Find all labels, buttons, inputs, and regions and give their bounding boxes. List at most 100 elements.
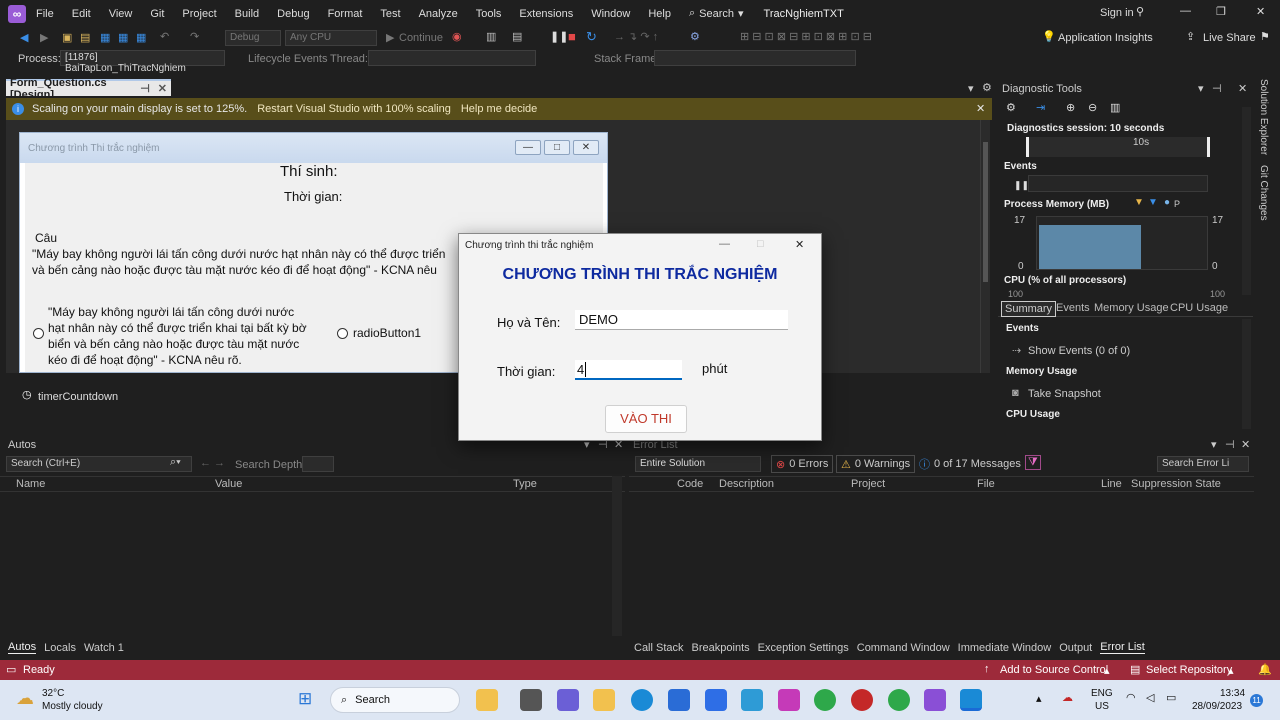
option1-text[interactable]: "Máy bay không người lái tấn công dưới n… xyxy=(48,304,307,368)
save-as-icon[interactable]: ▦ xyxy=(136,31,146,44)
menu-window[interactable]: Window xyxy=(591,8,630,20)
layout-icon[interactable]: ▤ xyxy=(512,30,522,43)
tab-locals[interactable]: Locals xyxy=(44,642,76,654)
tab-summary[interactable]: Summary xyxy=(1001,301,1057,317)
add-to-source-control[interactable]: Add to Source Control xyxy=(1000,664,1108,676)
option2-label[interactable]: radioButton1 xyxy=(353,326,421,340)
error-close-icon[interactable]: ✕ xyxy=(1241,438,1250,451)
menu-git[interactable]: Git xyxy=(150,8,164,20)
application-insights-button[interactable]: Application Insights xyxy=(1058,32,1153,44)
scope-select[interactable]: Entire Solution xyxy=(635,456,761,472)
col-name[interactable]: Name xyxy=(16,478,45,490)
menu-test[interactable]: Test xyxy=(380,8,400,20)
file-explorer-icon[interactable] xyxy=(593,689,615,711)
tab-command-window[interactable]: Command Window xyxy=(857,642,950,654)
thread-select[interactable] xyxy=(368,50,536,66)
live-share-button[interactable]: Live Share xyxy=(1203,32,1256,44)
zoom-in-icon[interactable]: ⊕ xyxy=(1066,101,1075,114)
format-icons[interactable]: ⊞ ⊟ ⊡ ⊠ ⊟ ⊞ ⊡ ⊠ ⊞ ⊡ ⊟ xyxy=(740,30,872,43)
time-input[interactable]: 4 xyxy=(575,360,682,380)
tab-overflow-icon[interactable]: ▾ xyxy=(968,82,974,95)
output-icon[interactable]: ▭ xyxy=(6,663,16,676)
info-close-icon[interactable]: ✕ xyxy=(976,102,985,115)
search-highlight-icon[interactable] xyxy=(476,689,498,711)
timer-component[interactable]: timerCountdown xyxy=(38,391,118,403)
menu-tools[interactable]: Tools xyxy=(476,8,502,20)
menu-format[interactable]: Format xyxy=(328,8,363,20)
forward-icon[interactable]: ▶ xyxy=(40,31,48,44)
tab-error-list[interactable]: Error List xyxy=(1100,641,1145,654)
hot-reload-icon[interactable]: ◉ xyxy=(452,30,462,43)
events-track[interactable] xyxy=(1028,175,1208,192)
events-section-title[interactable]: Events xyxy=(1004,161,1037,172)
tab-exception-settings[interactable]: Exception Settings xyxy=(758,642,849,654)
autos-search-input[interactable]: Search (Ctrl+E) xyxy=(6,456,192,472)
visual-studio-logo[interactable]: ∞ xyxy=(8,5,26,23)
menu-view[interactable]: View xyxy=(109,8,133,20)
panel-dropdown-icon[interactable]: ▾ xyxy=(1198,82,1204,95)
app-icon[interactable] xyxy=(778,689,800,711)
restart-icon[interactable]: ↻ xyxy=(586,29,597,45)
sign-in-link[interactable]: Sign in xyxy=(1100,7,1134,19)
diagnostics-icon[interactable]: ⚙ xyxy=(690,30,700,43)
save-all-icon[interactable]: ▦ xyxy=(118,31,128,44)
notification-badge[interactable]: 11 xyxy=(1250,694,1263,707)
configuration-select[interactable]: Debug xyxy=(225,30,281,46)
memory-section-title[interactable]: Process Memory (MB) xyxy=(1004,199,1109,210)
platform-select[interactable]: Any CPU xyxy=(285,30,377,46)
menu-project[interactable]: Project xyxy=(182,8,216,20)
col-type[interactable]: Type xyxy=(513,478,537,490)
tab-events[interactable]: Events xyxy=(1056,302,1090,314)
panel-pin-icon[interactable]: ⊣ xyxy=(1212,82,1222,95)
menu-build[interactable]: Build xyxy=(235,8,259,20)
tray-overflow-icon[interactable]: ▴ xyxy=(1036,692,1042,705)
play-icon[interactable]: ▶ xyxy=(386,31,394,44)
option1-radio[interactable] xyxy=(33,328,44,339)
zoom-out-icon[interactable]: ⊖ xyxy=(1088,101,1097,114)
search-icon[interactable]: ⌕ xyxy=(689,7,695,20)
stop-icon[interactable]: ■ xyxy=(568,29,576,44)
record-icon[interactable] xyxy=(851,689,873,711)
name-input[interactable]: DEMO xyxy=(575,310,788,330)
clock-time[interactable]: 13:34 xyxy=(1220,688,1245,699)
question-text[interactable]: "Máy bay không người lái tấn công dưới n… xyxy=(32,247,445,261)
tab-form-question-design[interactable]: Form_Question.cs [Design] ⊣ ✕ xyxy=(6,77,171,101)
messages-filter[interactable]: ⓘ 0 of 17 Messages xyxy=(917,455,1023,473)
taskbar-search[interactable]: ⌕ Search xyxy=(330,687,460,713)
help-link[interactable]: Help me decide xyxy=(461,103,537,115)
volume-icon[interactable]: ◁ xyxy=(1146,691,1154,704)
stack-frame-select[interactable] xyxy=(654,50,856,66)
pin-icon[interactable]: ⊣ xyxy=(140,82,150,95)
weather-desc[interactable]: Mostly cloudy xyxy=(42,701,103,712)
search-depth-select[interactable] xyxy=(302,456,334,472)
cpu-section-title[interactable]: CPU (% of all processors) xyxy=(1004,275,1126,286)
col-file[interactable]: File xyxy=(977,478,995,490)
lang-region[interactable]: US xyxy=(1095,701,1109,712)
menu-file[interactable]: File xyxy=(36,8,54,20)
tab-output[interactable]: Output xyxy=(1059,642,1092,654)
warnings-filter[interactable]: ⚠ 0 Warnings xyxy=(836,455,916,473)
active-app-icon[interactable] xyxy=(960,689,982,711)
memory-graph[interactable] xyxy=(1036,216,1208,270)
menu-edit[interactable]: Edit xyxy=(72,8,91,20)
browse-icon[interactable]: ▥ xyxy=(486,30,496,43)
lang-ime[interactable]: ENG xyxy=(1091,688,1113,699)
settings-gear-icon[interactable]: ⚙ xyxy=(982,81,992,94)
filter-icon[interactable]: ⧩ xyxy=(1025,455,1041,470)
solution-explorer-tab[interactable]: Solution Explorer xyxy=(1258,79,1269,155)
question-text-line2[interactable]: và bến cảng nào hoặc được tàu mặt nước k… xyxy=(32,263,437,277)
visual-studio-taskbar-icon[interactable] xyxy=(924,689,946,711)
maximize-icon[interactable]: ❐ xyxy=(1216,5,1226,18)
step-icon[interactable]: → ↴ ↷ ↑ xyxy=(614,30,658,43)
weather-temp[interactable]: 32°C xyxy=(42,688,64,699)
time-label[interactable]: Thời gian: xyxy=(284,189,342,204)
autos-scrollbar[interactable] xyxy=(612,476,622,636)
errors-filter[interactable]: ⊗ 0 Errors xyxy=(771,455,834,473)
dropbox-icon[interactable] xyxy=(705,689,727,711)
new-item-icon[interactable]: ▣ xyxy=(62,31,72,44)
git-changes-tab[interactable]: Git Changes xyxy=(1258,165,1269,221)
chrome-icon[interactable] xyxy=(814,689,836,711)
col-project[interactable]: Project xyxy=(851,478,885,490)
start-icon[interactable]: ⊞ xyxy=(298,689,312,709)
close-icon[interactable]: ✕ xyxy=(1256,5,1265,18)
